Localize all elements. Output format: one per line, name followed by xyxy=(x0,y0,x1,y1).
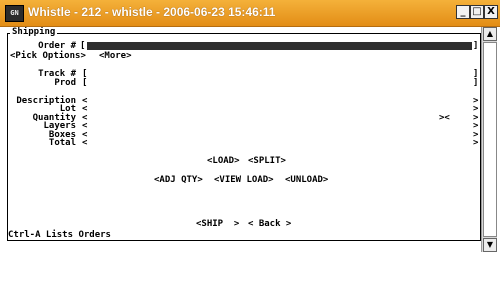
minimize-button[interactable]: _ xyxy=(456,5,470,19)
prod-field[interactable] xyxy=(88,78,472,88)
app-icon[interactable]: GN xyxy=(5,5,24,22)
split-button[interactable]: <SPLIT> xyxy=(248,156,286,166)
ship-button[interactable]: <SHIP > xyxy=(196,219,239,229)
prod-close-bracket: ] xyxy=(473,78,479,88)
order-close-bracket: ] xyxy=(473,41,479,51)
order-number-field[interactable] xyxy=(87,42,472,50)
shipping-frame xyxy=(7,33,481,241)
prod-open-bracket: [ xyxy=(82,78,88,88)
total-close: > xyxy=(473,138,479,148)
scroll-up-icon[interactable]: ▲ xyxy=(483,27,497,41)
view-load-button[interactable]: <VIEW LOAD> xyxy=(214,175,274,185)
pick-options-button[interactable]: <Pick Options> xyxy=(10,51,86,61)
back-button[interactable]: < Back > xyxy=(248,219,291,229)
ctrl-a-hint: Ctrl-A Lists Orders xyxy=(8,230,113,240)
total-open: < xyxy=(82,138,88,148)
quantity-marker[interactable]: >< xyxy=(439,113,450,123)
load-button[interactable]: <LOAD> xyxy=(207,156,240,166)
terminal-screen[interactable]: Shipping Order # [ ] <Pick Options> <Mor… xyxy=(2,27,481,252)
terminal-window: GN Whistle - 212 - whistle - 2006-06-23 … xyxy=(0,0,500,252)
vertical-scrollbar[interactable]: ▲ ▼ xyxy=(481,27,497,252)
close-button[interactable]: X xyxy=(484,5,498,19)
maximize-button[interactable]: □ xyxy=(470,5,484,19)
title-bar[interactable]: GN Whistle - 212 - whistle - 2006-06-23 … xyxy=(0,0,500,27)
desktop-background xyxy=(0,252,500,287)
section-title: Shipping xyxy=(10,27,58,37)
unload-button[interactable]: <UNLOAD> xyxy=(285,175,328,185)
scroll-down-icon[interactable]: ▼ xyxy=(483,238,497,252)
adj-qty-button[interactable]: <ADJ QTY> xyxy=(154,175,203,185)
order-open-bracket: [ xyxy=(80,41,86,51)
scroll-thumb[interactable] xyxy=(483,42,497,237)
total-label: Total xyxy=(48,138,76,148)
order-label: Order # xyxy=(38,41,76,51)
window-title: Whistle - 212 - whistle - 2006-06-23 15:… xyxy=(28,5,276,19)
more-button[interactable]: <More> xyxy=(99,51,132,61)
prod-label: Prod xyxy=(54,78,76,88)
